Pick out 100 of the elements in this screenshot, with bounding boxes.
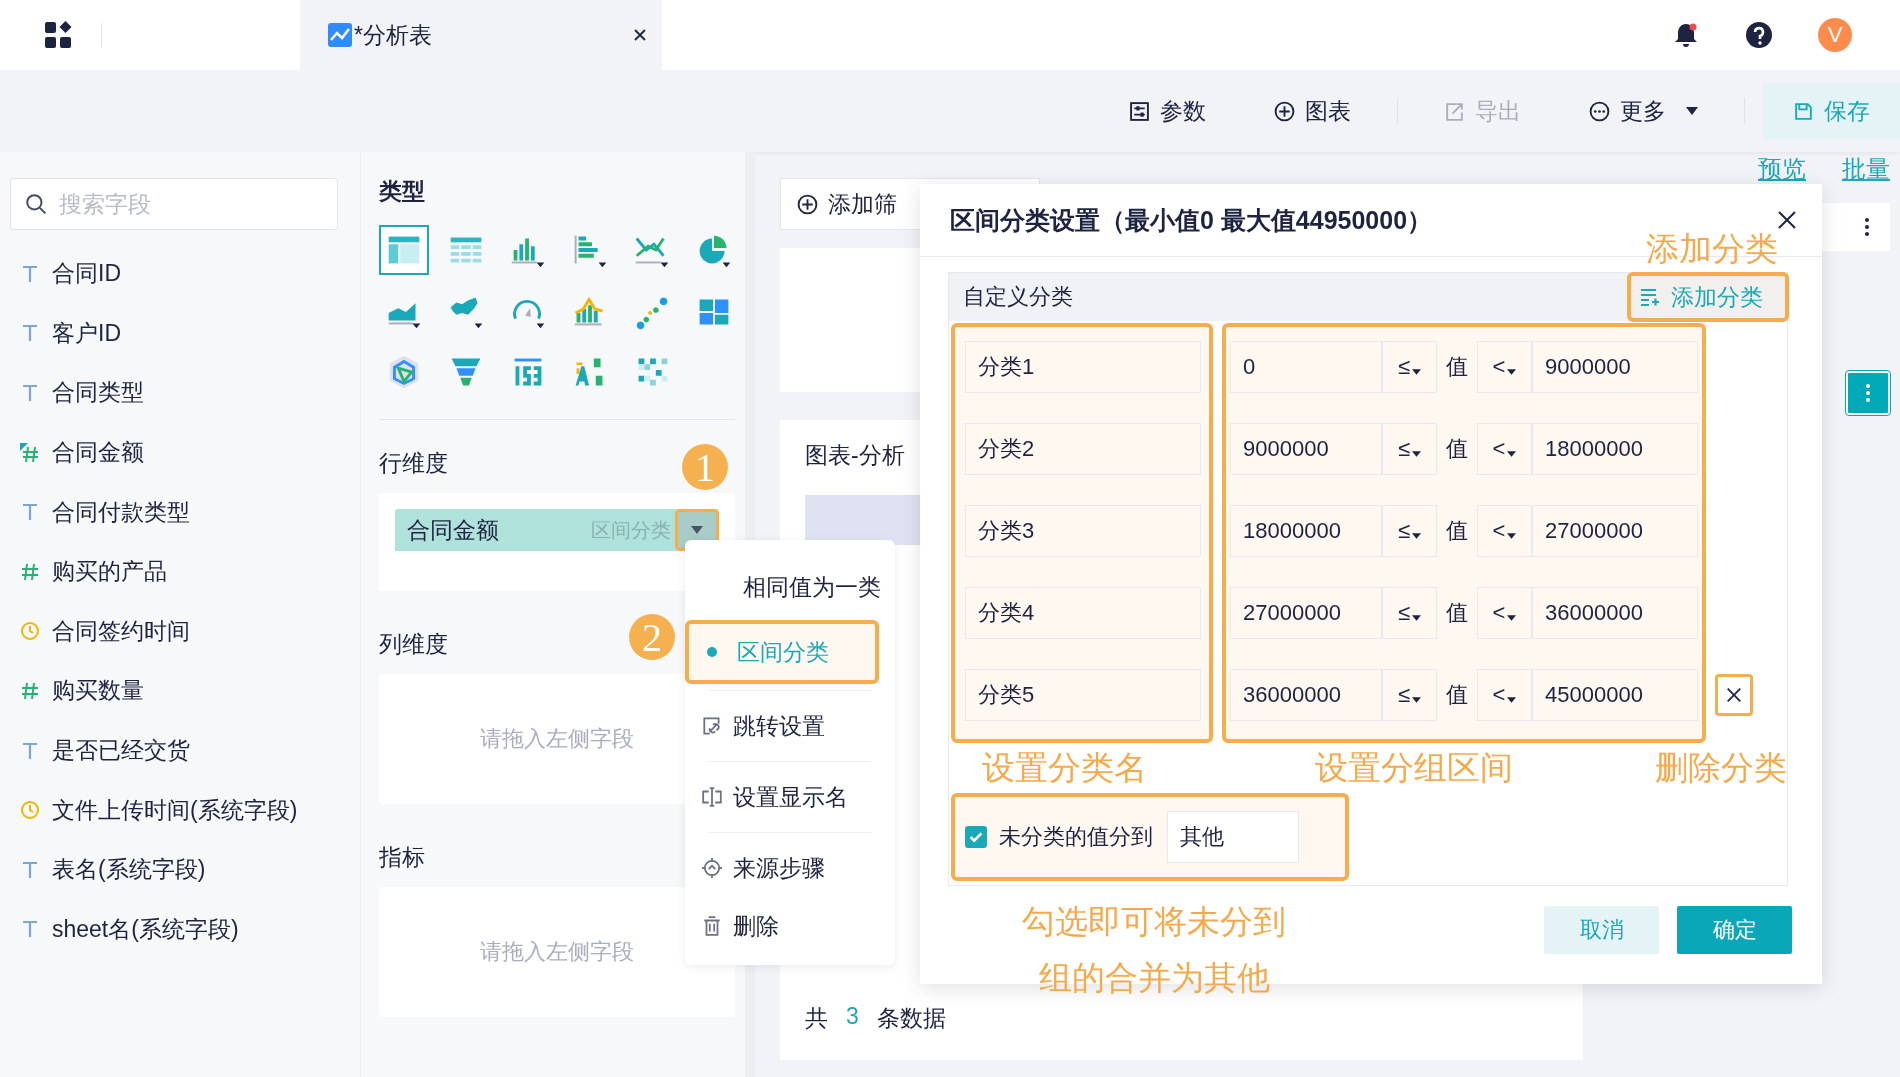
annotation-text: 组的合并为其他 xyxy=(1038,958,1270,998)
document-tab[interactable]: *分析表 xyxy=(300,0,662,70)
kebab-icon[interactable] xyxy=(1864,217,1870,237)
lower-bound-field[interactable]: 9000000 xyxy=(1230,423,1382,475)
caret-icon xyxy=(1507,697,1517,703)
operator-select[interactable]: < xyxy=(1477,505,1532,557)
category-name-field[interactable]: 分类5 xyxy=(965,669,1201,721)
kebab-icon xyxy=(1865,383,1871,403)
text-type-icon xyxy=(20,323,40,344)
operator-select[interactable]: ≤ xyxy=(1382,669,1437,721)
field-label: 合同付款类型 xyxy=(52,497,190,527)
field-label: 合同ID xyxy=(52,259,121,289)
sliders-icon xyxy=(1129,100,1150,122)
text-type-icon xyxy=(20,919,40,940)
lower-bound-field[interactable]: 18000000 xyxy=(1230,505,1382,557)
close-icon[interactable] xyxy=(632,27,648,43)
close-icon xyxy=(1725,686,1743,704)
caret-icon xyxy=(1507,451,1517,457)
field-item[interactable]: 合同ID xyxy=(10,244,338,304)
category-name-field[interactable]: 分类1 xyxy=(965,341,1201,393)
field-item[interactable]: 是否已经交货 xyxy=(10,720,338,781)
section-title: 列维度 xyxy=(379,630,448,659)
kebab-button[interactable] xyxy=(1846,371,1890,415)
category-name-field[interactable]: 分类4 xyxy=(965,587,1201,639)
annotation-text: 添加分类 xyxy=(1646,229,1778,269)
field-item[interactable]: 合同签约时间 xyxy=(10,601,338,662)
add-icon xyxy=(797,193,818,215)
operator-select[interactable]: < xyxy=(1477,669,1532,721)
row-count: 3 xyxy=(846,1003,859,1031)
toolbar-button[interactable]: 更多 xyxy=(1567,83,1720,139)
toolbar-button[interactable]: 参数 xyxy=(1107,83,1228,139)
category-name-field[interactable]: 分类2 xyxy=(965,423,1201,475)
field-item[interactable]: 购买的产品 xyxy=(10,541,338,602)
category-name-field[interactable]: 分类3 xyxy=(965,505,1201,557)
field-item[interactable]: 合同金额 xyxy=(10,422,338,483)
section-title: 自定义分类 xyxy=(963,283,1073,311)
value-label: 值 xyxy=(1445,681,1469,709)
upper-bound-field[interactable]: 9000000 xyxy=(1532,341,1698,393)
operator-select[interactable]: ≤ xyxy=(1382,423,1437,475)
field-item[interactable]: 文件上传时间(系统字段) xyxy=(10,780,338,840)
caret-icon xyxy=(1412,451,1422,457)
caret-icon xyxy=(1507,533,1517,539)
apps-grid-icon[interactable] xyxy=(43,20,73,50)
upper-bound-field[interactable]: 18000000 xyxy=(1532,423,1698,475)
lower-bound-field[interactable]: 0 xyxy=(1230,341,1382,393)
caret-icon xyxy=(691,526,703,534)
operator-select[interactable]: < xyxy=(1477,341,1532,393)
text-type-icon xyxy=(20,263,40,284)
field-item[interactable]: 表名(系统字段) xyxy=(10,839,338,900)
footer-text: 共 xyxy=(805,1004,828,1033)
trash-icon xyxy=(701,915,723,937)
field-label: 合同类型 xyxy=(52,378,144,408)
clock-icon xyxy=(20,621,40,642)
section-title: 行维度 xyxy=(379,449,448,478)
operator-select[interactable]: < xyxy=(1477,587,1532,639)
text-type-icon xyxy=(20,502,40,523)
field-item[interactable]: 合同付款类型 xyxy=(10,482,338,542)
search-icon xyxy=(25,193,47,215)
pill-label: 合同金额 xyxy=(407,515,499,545)
lower-bound-field[interactable]: 36000000 xyxy=(1230,669,1382,721)
checkbox-label: 未分类的值分到 xyxy=(999,823,1153,851)
upper-bound-field[interactable]: 27000000 xyxy=(1532,505,1698,557)
converted-number-icon xyxy=(20,442,40,463)
text-type-icon xyxy=(20,740,40,761)
other-group-field[interactable]: 其他 xyxy=(1167,811,1299,863)
upper-bound-field[interactable]: 45000000 xyxy=(1532,669,1698,721)
drop-hint: 请拖入左侧字段 xyxy=(480,725,634,753)
toolbar-button[interactable]: 图表 xyxy=(1252,83,1373,139)
operator-select[interactable]: ≤ xyxy=(1382,341,1437,393)
annotation-text: 删除分类 xyxy=(1655,747,1787,788)
field-label: 是否已经交货 xyxy=(52,736,190,766)
value-label: 值 xyxy=(1445,435,1469,463)
close-icon[interactable] xyxy=(1777,210,1797,230)
value-label: 值 xyxy=(1445,599,1469,627)
search-field[interactable]: 搜索字段 xyxy=(10,178,338,230)
operator-select[interactable]: ≤ xyxy=(1382,587,1437,639)
field-item[interactable]: 合同类型 xyxy=(10,363,338,423)
caret-icon xyxy=(1507,615,1517,621)
field-label: 购买的产品 xyxy=(52,557,167,587)
help-icon[interactable] xyxy=(1745,21,1773,49)
menu-item[interactable]: 相同值为一类 xyxy=(685,558,891,616)
section-title: 类型 xyxy=(379,177,425,206)
upper-bound-field[interactable]: 36000000 xyxy=(1532,587,1698,639)
field-label: 客户ID xyxy=(52,318,121,348)
chart-title: 图表-分析 xyxy=(805,441,905,470)
caret-icon xyxy=(1412,615,1422,621)
add-list-icon xyxy=(1639,287,1659,307)
link-icon xyxy=(701,715,723,737)
add-icon xyxy=(1274,100,1295,122)
field-item[interactable]: sheet名(系统字段) xyxy=(10,899,338,960)
operator-select[interactable]: ≤ xyxy=(1382,505,1437,557)
operator-select[interactable]: < xyxy=(1477,423,1532,475)
section-title: 指标 xyxy=(379,843,425,872)
checkbox[interactable] xyxy=(965,826,987,848)
field-item[interactable]: 客户ID xyxy=(10,303,338,364)
chart-type-icon[interactable] xyxy=(379,225,429,275)
field-item[interactable]: 购买数量 xyxy=(10,661,338,721)
caret-icon xyxy=(1412,369,1422,375)
delete-button[interactable] xyxy=(1715,674,1753,716)
lower-bound-field[interactable]: 27000000 xyxy=(1230,587,1382,639)
